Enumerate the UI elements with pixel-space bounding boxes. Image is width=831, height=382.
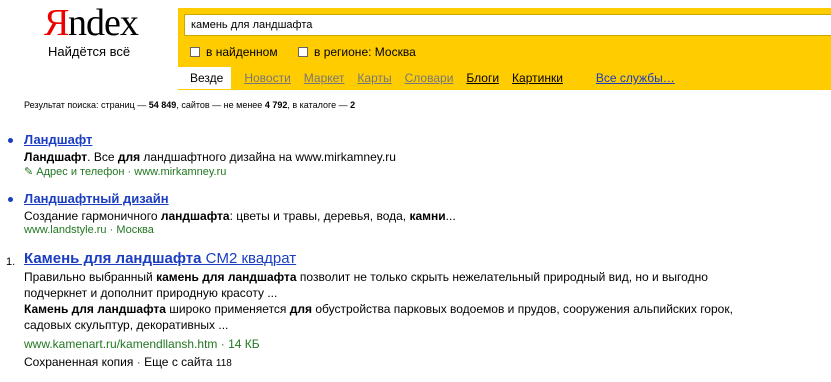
filter-in-region[interactable]: в регионе: Москва <box>298 45 416 59</box>
result-snippet: Правильно выбранный камень для ландшафта… <box>24 269 814 333</box>
tab-blogs[interactable]: Блоги <box>466 71 499 85</box>
result-region: Москва <box>116 224 154 236</box>
yandex-logo[interactable]: Я ndex <box>44 3 144 43</box>
snippet-bold: ландшафта <box>160 209 230 223</box>
stats-catalog-prefix: , в <box>287 100 298 110</box>
result-snippet: Ландшафт. Все для ландшафтного дизайна н… <box>24 149 814 165</box>
checkbox[interactable] <box>190 47 200 57</box>
slogan: Найдётся всё <box>48 44 131 59</box>
tab-everywhere[interactable]: Везде <box>178 67 232 89</box>
checkbox[interactable] <box>298 47 308 57</box>
snippet-text: обустройства парковых водоемов и прудов,… <box>312 302 733 316</box>
catalog-link[interactable]: каталоге <box>300 100 336 110</box>
organic-result: Камень для ландшафта CM2 квадрат Правиль… <box>24 250 814 369</box>
snippet-bold: для <box>117 150 141 164</box>
result-snippet: Создание гармоничного ландшафта: цветы и… <box>24 208 814 224</box>
tab-maps[interactable]: Карты <box>357 71 391 85</box>
tab-images[interactable]: Картинки <box>512 71 563 85</box>
stats-pages: 54 849 <box>148 100 177 110</box>
snippet-text: садовых скульптур, декоративных ... <box>24 318 229 332</box>
result-url[interactable]: www.mirkamney.ru <box>134 166 226 178</box>
snippet-bold: Камень для ландшафта <box>24 302 166 316</box>
result-title-link[interactable]: Ландшафтный дизайн <box>24 191 814 206</box>
tab-dictionaries[interactable]: Словари <box>405 71 454 85</box>
logo-letter-ya: Я <box>44 2 70 44</box>
snippet-bold: камни <box>409 209 446 223</box>
more-count: 118 <box>215 358 232 369</box>
snippet-text: . Все <box>87 150 118 164</box>
cached-copy-link[interactable]: Сохраненная копия <box>24 355 133 369</box>
snippet-text: Правильно выбранный <box>24 270 157 284</box>
snippet-text: ландшафтного дизайна на www.mirkamney.ru <box>140 150 396 164</box>
filter-label: в регионе: Москва <box>314 45 416 59</box>
separator: · <box>127 166 132 178</box>
tab-news[interactable]: Новости <box>244 71 290 85</box>
snippet-bold: Ландшафт <box>24 150 88 164</box>
snippet-text: Создание гармоничного <box>24 209 161 223</box>
result-links: Сохраненная копия · Еще с сайта 118 <box>24 355 814 369</box>
pencil-icon: ✎ <box>24 166 34 178</box>
search-input[interactable]: камень для ландшафта <box>184 14 831 36</box>
result-number: 1. <box>6 256 16 268</box>
tab-all-services[interactable]: Все службы… <box>596 71 675 85</box>
result-url[interactable]: www.landstyle.ru <box>24 224 107 236</box>
snippet-bold: камень для ландшафта <box>156 270 297 284</box>
separator: · <box>109 224 114 236</box>
snippet-text: подчеркнет и дополнит природную красоту … <box>24 286 278 300</box>
result-url-line: www.kamenart.ru/kamendllansh.htm · 14 КБ <box>24 337 814 351</box>
result-url[interactable]: www.kamenart.ru/kamendllansh.htm <box>24 337 217 351</box>
filter-label: в найденном <box>206 45 278 59</box>
snippet-text: позволит не только скрыть нежелательный … <box>296 270 708 284</box>
logo-text: ndex <box>68 2 139 44</box>
stats-sites-prefix: , сайтов — не менее <box>176 100 263 110</box>
stats-catalog-count: 2 <box>350 100 356 110</box>
title-bold: Камень для ландшафта <box>24 250 202 267</box>
snippet-text: широко применяется <box>165 302 290 316</box>
ad-bullet <box>8 197 13 202</box>
stats-dash: — <box>338 100 348 110</box>
result-meta: ✎ Адрес и телефон · www.mirkamney.ru <box>24 165 814 178</box>
ad-bullet <box>8 138 13 143</box>
title-rest: CM2 квадрат <box>201 250 297 267</box>
search-stats: Результат поиска: страниц — 54 849, сайт… <box>24 100 355 110</box>
result-title-link[interactable]: Камень для ландшафта CM2 квадрат <box>24 250 296 267</box>
result-size: · 14 КБ <box>220 337 260 351</box>
result-meta: www.landstyle.ru · Москва <box>24 224 814 236</box>
snippet-text: : цветы и травы, деревья, вода, <box>229 209 410 223</box>
result-title-link[interactable]: Ландшафт <box>24 132 814 147</box>
stats-sites: 4 792 <box>264 100 288 110</box>
snippet-bold: для <box>289 302 313 316</box>
separator: · <box>136 355 141 369</box>
address-phone-link[interactable]: Адрес и телефон <box>36 166 124 178</box>
more-from-site-link[interactable]: Еще с сайта <box>144 355 213 369</box>
tab-market[interactable]: Маркет <box>304 71 345 85</box>
stats-prefix: Результат поиска: страниц — <box>24 100 147 110</box>
ad-result: Ландшафтный дизайн Создание гармоничного… <box>24 191 814 236</box>
ad-result: Ландшафт Ландшафт. Все для ландшафтного … <box>24 132 814 178</box>
snippet-text: ... <box>445 209 456 223</box>
service-tabs: Везде Новости Маркет Карты Словари Блоги… <box>178 66 688 90</box>
filter-in-found[interactable]: в найденном <box>190 45 278 59</box>
